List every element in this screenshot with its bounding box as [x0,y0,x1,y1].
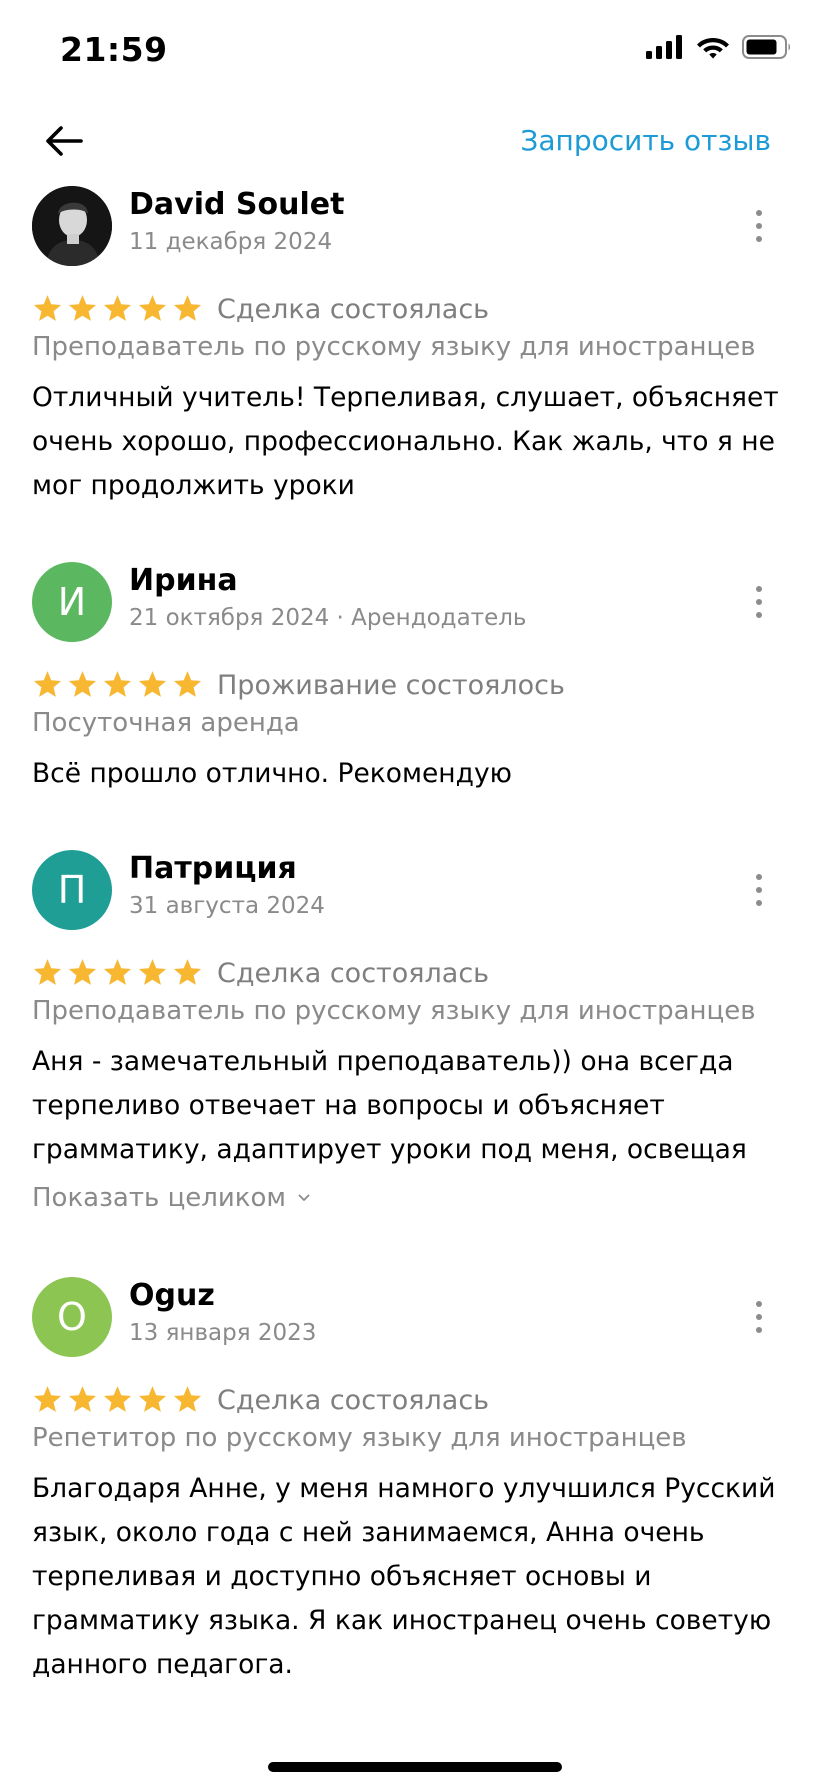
dot [756,1327,762,1333]
review-card: David Soulet 11 декабря 2024 Сделка сост… [0,186,828,506]
cellular-signal-icon [646,34,682,59]
reviewer-name[interactable]: Oguz [129,1278,215,1313]
review-category: Преподаватель по русскому языку для инос… [32,332,756,362]
more-options-button[interactable] [744,204,774,248]
dot [756,900,762,906]
star-icon [138,295,167,321]
avatar-letter: П [57,868,87,912]
back-button[interactable] [40,117,88,165]
avatar[interactable]: И [32,562,112,642]
avatar-letter: И [57,580,87,624]
deal-status: Проживание состоялось [217,669,565,701]
star-icon [173,959,202,985]
reviewer-name[interactable]: Патриция [129,851,297,886]
dot [756,223,762,229]
dot [756,210,762,216]
star-icon [138,959,167,985]
dot [756,1301,762,1307]
dot [756,612,762,618]
review-category: Репетитор по русскому языку для иностран… [32,1423,687,1453]
dot [756,874,762,880]
reviewer-name[interactable]: Ирина [129,563,238,598]
star-rating [32,294,203,324]
battery-icon [742,34,790,59]
review-date: 31 августа 2024 [129,893,325,919]
status-icons [646,34,792,59]
review-text: Всё прошло отлично. Рекомендую [32,758,512,789]
dot [756,236,762,242]
more-options-button[interactable] [744,580,774,624]
deal-status: Сделка состоялась [217,293,490,325]
rating-row: Сделка состоялась [32,953,489,993]
review-date: 21 октября 2024 · Арендодатель [129,605,527,631]
star-icon [173,671,202,697]
star-icon [33,1386,62,1412]
review-card: O Oguz 13 января 2023 Сделка состоялась … [0,1277,828,1697]
star-rating [32,670,203,700]
dot [756,887,762,893]
user-photo-icon [32,186,112,266]
star-icon [103,959,132,985]
star-icon [103,295,132,321]
review-text: Благодаря Анне, у меня намного улучшился… [32,1473,776,1680]
star-icon [138,1386,167,1412]
reviews-screen: 21:59 Запросить отзыв David Soulet 11 де… [0,0,828,1792]
review-category: Преподаватель по русскому языку для инос… [32,996,756,1026]
rating-row: Сделка состоялась [32,289,489,329]
review-category: Посуточная аренда [32,708,300,738]
show-more-label: Показать целиком [32,1183,287,1213]
star-rating [32,1385,203,1415]
status-time: 21:59 [60,30,168,69]
dot [756,1314,762,1320]
review-text: Аня - замечательный преподаватель)) она … [32,1046,747,1165]
star-rating [32,958,203,988]
status-bar: 21:59 [0,0,828,100]
chevron-down-icon [298,1194,310,1201]
deal-status: Сделка состоялась [217,1384,490,1416]
avatar-letter: O [57,1295,87,1339]
home-indicator[interactable] [268,1762,562,1772]
rating-row: Проживание состоялось [32,665,565,705]
star-icon [68,671,97,697]
rating-row: Сделка состоялась [32,1380,489,1420]
review-card: И Ирина 21 октября 2024 · Арендодатель П… [0,562,828,802]
star-icon [68,959,97,985]
show-more-button[interactable]: Показать целиком [32,1183,310,1213]
avatar[interactable] [32,186,112,266]
star-icon [33,295,62,321]
star-icon [33,959,62,985]
star-icon [103,671,132,697]
review-text: Отличный учитель! Терпеливая, слушает, о… [32,382,779,501]
dot [756,586,762,592]
review-date: 11 декабря 2024 [129,229,333,255]
star-icon [138,671,167,697]
star-icon [173,295,202,321]
star-icon [68,295,97,321]
reviewer-name[interactable]: David Soulet [129,187,344,222]
star-icon [103,1386,132,1412]
star-icon [68,1386,97,1412]
more-options-button[interactable] [744,868,774,912]
request-review-button[interactable]: Запросить отзыв [520,124,771,157]
deal-status: Сделка состоялась [217,957,490,989]
arrow-left-icon [46,126,83,156]
navigation-bar: Запросить отзыв [0,110,828,170]
star-icon [33,671,62,697]
star-icon [173,1386,202,1412]
more-options-button[interactable] [744,1295,774,1339]
review-card: П Патриция 31 августа 2024 Сделка состоя… [0,850,828,1230]
avatar[interactable]: П [32,850,112,930]
avatar[interactable]: O [32,1277,112,1357]
review-date: 13 января 2023 [129,1320,317,1346]
dot [756,599,762,605]
wifi-icon [697,38,729,59]
